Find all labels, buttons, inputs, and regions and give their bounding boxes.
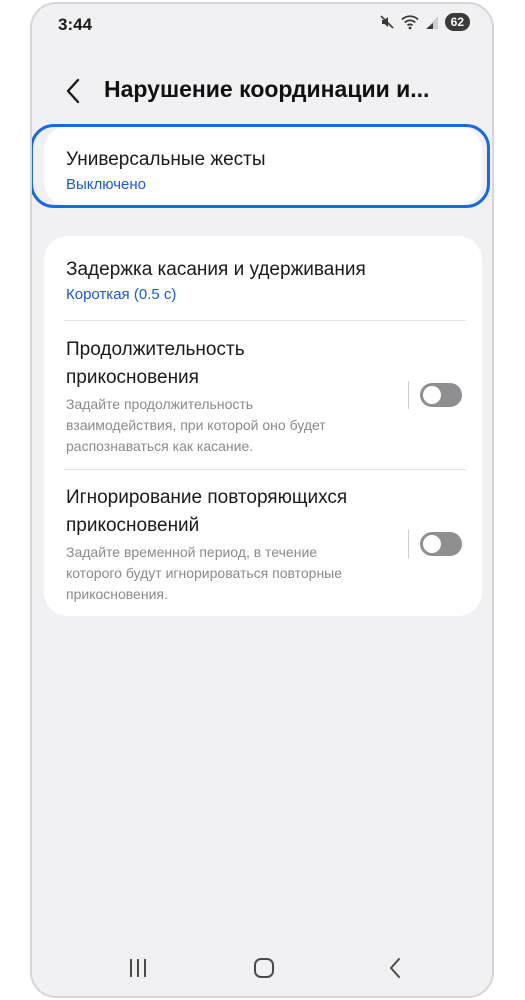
ignore-repeated-item[interactable]: Игнорирование повторяющихся прикосновени…: [44, 470, 482, 616]
tap-duration-title-line2: прикосновения: [66, 367, 199, 388]
touch-hold-delay-item[interactable]: Задержка касания и удерживания Короткая …: [44, 236, 482, 320]
universal-gestures-title: Универсальные жесты: [66, 149, 266, 170]
mute-icon: [379, 14, 395, 30]
toggle-separator: [408, 381, 409, 409]
status-icons: 62: [379, 13, 470, 31]
ignore-repeated-desc-line3: прикосновения.: [66, 586, 168, 602]
toggle-knob: [423, 535, 441, 553]
toggle-knob: [423, 386, 441, 404]
battery-icon: 62: [444, 13, 470, 31]
settings-card: Задержка касания и удерживания Короткая …: [44, 236, 482, 616]
tap-duration-desc-line2: взаимодействия, при которой оно будет: [66, 417, 326, 433]
ignore-repeated-desc-line2: которого будут игнорироваться повторные: [66, 565, 343, 581]
back-icon[interactable]: [382, 956, 410, 980]
recent-apps-icon[interactable]: [124, 956, 152, 980]
tap-duration-toggle[interactable]: [420, 383, 462, 407]
ignore-repeated-title-line1: Игнорирование повторяющихся: [66, 487, 348, 508]
page-title: Нарушение координации и...: [104, 76, 430, 102]
phone-screen: 3:44 62 Нарушение координации и... Униве…: [30, 2, 494, 998]
signal-icon: [425, 14, 439, 30]
tap-duration-item[interactable]: Продолжительность прикосновения Задайте …: [44, 321, 482, 469]
status-bar: 3:44 62: [32, 4, 492, 46]
navigation-bar: [32, 940, 492, 996]
ignore-repeated-title-line2: прикосновений: [66, 515, 200, 536]
tap-duration-desc-line3: распознаваться как касание.: [66, 438, 254, 454]
status-time: 3:44: [58, 15, 93, 34]
touch-hold-delay-title: Задержка касания и удерживания: [66, 259, 366, 280]
back-arrow-icon[interactable]: [60, 74, 90, 108]
tap-duration-desc-line1: Задайте продолжительность: [66, 396, 254, 412]
home-icon[interactable]: [250, 956, 278, 980]
universal-gestures-value: Выключено: [66, 176, 146, 193]
ignore-repeated-desc-line1: Задайте временной период, в течение: [66, 544, 318, 560]
ignore-repeated-toggle[interactable]: [420, 532, 462, 556]
toggle-separator: [408, 530, 409, 558]
tap-duration-title-line1: Продолжительность: [66, 339, 245, 360]
wifi-icon: [401, 14, 419, 30]
universal-gestures-item[interactable]: Универсальные жесты Выключено: [44, 126, 482, 206]
app-bar: Нарушение координации и...: [32, 68, 492, 114]
touch-hold-delay-value: Короткая (0.5 с): [66, 286, 177, 303]
